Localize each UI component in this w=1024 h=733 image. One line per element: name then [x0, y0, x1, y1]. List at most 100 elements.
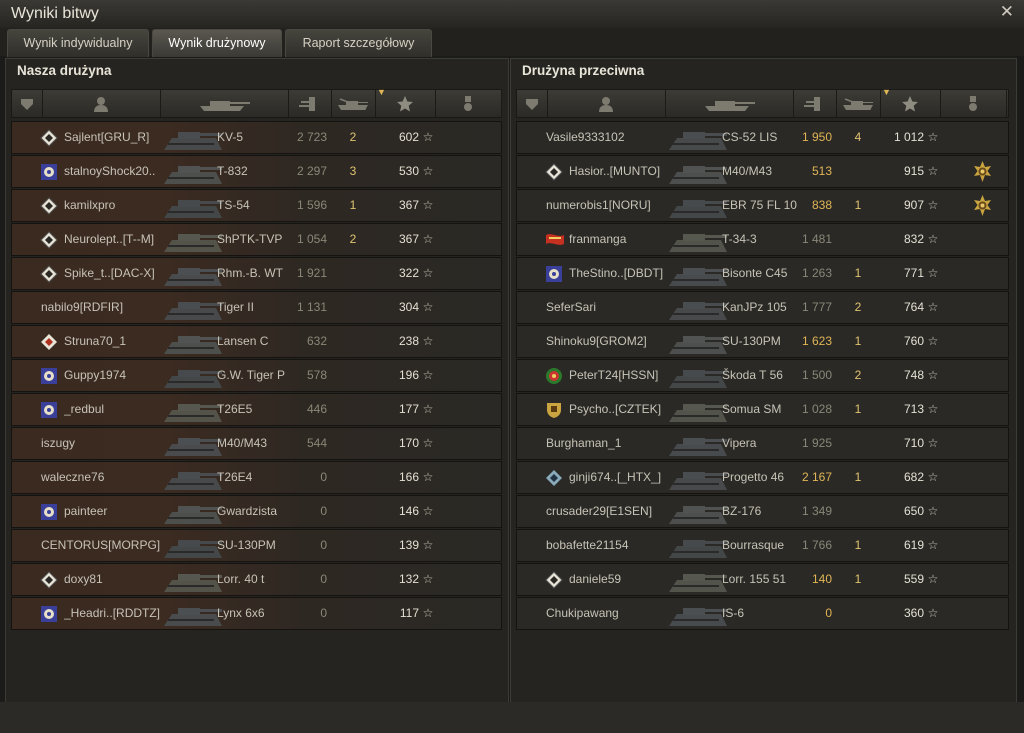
player-name[interactable]: Struna70_1 [64, 326, 174, 357]
player-row[interactable]: stalnoyShock20.. T-832 2 297 3 530 ☆ [11, 155, 502, 188]
player-name[interactable]: Neurolept..[T--M] [64, 224, 174, 255]
player-name[interactable]: painteer [64, 496, 174, 527]
vehicle-name: Lynx 6x6 [217, 606, 265, 620]
player-name[interactable]: crusader29[E1SEN] [546, 496, 679, 527]
player-name[interactable]: SeferSari [546, 292, 679, 323]
player-row[interactable]: Vasile9333102 CS-52 LIS 1 950 4 1 012 ☆ [516, 121, 1009, 154]
bottom-bar [0, 702, 1024, 733]
player-row[interactable]: Neurolept..[T--M] ShPTK-TVP 1 054 2 367 ☆ [11, 223, 502, 256]
player-row[interactable]: PeterT24[HSSN] Škoda T 56 1 500 2 748 ☆ [516, 359, 1009, 392]
player-name[interactable]: ginji674..[_HTX_] [569, 462, 679, 493]
player-row[interactable]: iszugy M40/M43 544 170 ☆ [11, 427, 502, 460]
xp-star-icon[interactable]: ▼ [375, 87, 436, 117]
xp-value: 360 [903, 606, 924, 620]
xp-value: 530 [398, 164, 419, 178]
player-row[interactable]: ginji674..[_HTX_] Progetto 46 2 167 1 682 ☆ [516, 461, 1009, 494]
medal-icon[interactable] [972, 195, 993, 216]
medal-icon[interactable] [435, 90, 502, 117]
damage-value: 1 349 [801, 504, 832, 518]
player-name[interactable]: Guppy1974 [64, 360, 174, 391]
tank-icon[interactable] [160, 90, 289, 117]
player-row[interactable]: crusader29[E1SEN] BZ-176 1 349 650 ☆ [516, 495, 1009, 528]
player-name[interactable]: daniele59 [569, 564, 679, 595]
player-row[interactable]: SeferSari KanJPz 105 1 777 2 764 ☆ [516, 291, 1009, 324]
player-name[interactable]: CENTORUS[MORPG] [41, 530, 174, 561]
xp-star-icon[interactable]: ▼ [880, 87, 941, 117]
player-row[interactable]: Sajlent[GRU_R] KV-5 2 723 2 602 ☆ [11, 121, 502, 154]
player-row[interactable]: TheStino..[DBDT] Bisonte C45 1 263 1 771 ☆ [516, 257, 1009, 290]
player-icon[interactable] [547, 90, 666, 117]
kills-value: 1 [854, 470, 862, 484]
player-name[interactable]: Hasior..[MUNTO] [569, 156, 679, 187]
player-name[interactable]: nabilo9[RDFIR] [41, 292, 174, 323]
player-row[interactable]: _Headri..[RDDTZ] Lynx 6x6 0 117 ☆ [11, 597, 502, 630]
player-row[interactable]: _redbul T26E5 446 177 ☆ [11, 393, 502, 426]
player-row[interactable]: painteer Gwardzista 0 146 ☆ [11, 495, 502, 528]
player-name[interactable]: kamilxpro [64, 190, 174, 221]
player-row[interactable]: Struna70_1 Lansen C 632 238 ☆ [11, 325, 502, 358]
player-row[interactable]: numerobis1[NORU] EBR 75 FL 10 838 1 907 ☆ [516, 189, 1009, 222]
tab-detailed-report[interactable]: Raport szczegółowy [285, 29, 432, 57]
player-row[interactable]: Burghaman_1 Vipera 1 925 710 ☆ [516, 427, 1009, 460]
player-name[interactable]: waleczne76 [41, 462, 174, 493]
tab-individual[interactable]: Wynik indywidualny [7, 29, 149, 57]
player-name[interactable]: franmanga [569, 224, 679, 255]
vehicle-name: M40/M43 [722, 164, 773, 178]
kills-value [331, 598, 375, 629]
damage-icon[interactable] [288, 90, 332, 117]
xp-value: 166 [398, 470, 419, 484]
player-row[interactable]: doxy81 Lorr. 40 t 0 132 ☆ [11, 563, 502, 596]
player-row[interactable]: franmanga T-34-3 1 481 832 ☆ [516, 223, 1009, 256]
player-name[interactable]: iszugy [41, 428, 174, 459]
player-name[interactable]: PeterT24[HSSN] [569, 360, 679, 391]
player-name[interactable]: bobafette21154 [546, 530, 679, 561]
kills-icon[interactable] [836, 90, 881, 117]
player-name[interactable]: Vasile9333102 [546, 122, 679, 153]
player-row[interactable]: kamilxpro TS-54 1 596 1 367 ☆ [11, 189, 502, 222]
player-name[interactable]: _redbul [64, 394, 174, 425]
vehicle-name: Bourrasque [722, 538, 785, 552]
squad-icon[interactable] [517, 90, 548, 117]
player-row[interactable]: nabilo9[RDFIR] Tiger II 1 131 304 ☆ [11, 291, 502, 324]
player-row[interactable]: Guppy1974 G.W. Tiger P 578 196 ☆ [11, 359, 502, 392]
player-name[interactable]: stalnoyShock20.. [64, 156, 174, 187]
player-name[interactable]: Sajlent[GRU_R] [64, 122, 174, 153]
player-name[interactable]: Shinoku9[GROM2] [546, 326, 679, 357]
player-name[interactable]: numerobis1[NORU] [546, 190, 679, 221]
player-row[interactable]: Chukipawang IS-6 0 360 ☆ [516, 597, 1009, 630]
squad-icon[interactable] [12, 90, 43, 117]
player-row[interactable]: daniele59 Lorr. 155 51 140 1 559 ☆ [516, 563, 1009, 596]
tank-icon[interactable] [665, 90, 794, 117]
vehicle-name: CS-52 LIS [722, 130, 778, 144]
sort-indicator-icon: ▼ [882, 87, 891, 97]
player-row[interactable]: Psycho..[CZTEK] Somua SM 1 028 1 713 ☆ [516, 393, 1009, 426]
player-name[interactable]: TheStino..[DBDT] [569, 258, 679, 289]
player-row[interactable]: Shinoku9[GROM2] SU-130PM 1 623 1 760 ☆ [516, 325, 1009, 358]
damage-icon[interactable] [793, 90, 837, 117]
our-team-title: Nasza drużyna [17, 63, 112, 78]
player-row[interactable]: CENTORUS[MORPG] SU-130PM 0 139 ☆ [11, 529, 502, 562]
player-name[interactable]: doxy81 [64, 564, 174, 595]
tab-bar: Wynik indywidualny Wynik drużynowy Rapor… [0, 28, 1024, 57]
close-icon[interactable]: ✕ [1000, 2, 1014, 22]
player-name[interactable]: Chukipawang [546, 598, 679, 629]
kills-value: 2 [854, 300, 862, 314]
medal-icon[interactable] [940, 90, 1007, 117]
player-name[interactable]: Burghaman_1 [546, 428, 679, 459]
player-name[interactable]: _Headri..[RDDTZ] [64, 598, 174, 629]
player-name[interactable]: Psycho..[CZTEK] [569, 394, 679, 425]
tab-team[interactable]: Wynik drużynowy [152, 29, 282, 57]
star-icon: ☆ [422, 198, 434, 212]
player-row[interactable]: Hasior..[MUNTO] M40/M43 513 915 ☆ [516, 155, 1009, 188]
kills-value: 1 [854, 334, 862, 348]
medal-icon[interactable] [972, 161, 993, 182]
kills-icon[interactable] [331, 90, 376, 117]
player-row[interactable]: Spike_t..[DAC-X] Rhm.-B. WT 1 921 322 ☆ [11, 257, 502, 290]
player-row[interactable]: waleczne76 T26E4 0 166 ☆ [11, 461, 502, 494]
player-icon[interactable] [42, 90, 161, 117]
damage-value: 578 [306, 368, 327, 382]
player-name[interactable]: Spike_t..[DAC-X] [64, 258, 174, 289]
vehicle-name: Tiger II [217, 300, 254, 314]
damage-value: 513 [811, 164, 832, 178]
player-row[interactable]: bobafette21154 Bourrasque 1 766 1 619 ☆ [516, 529, 1009, 562]
